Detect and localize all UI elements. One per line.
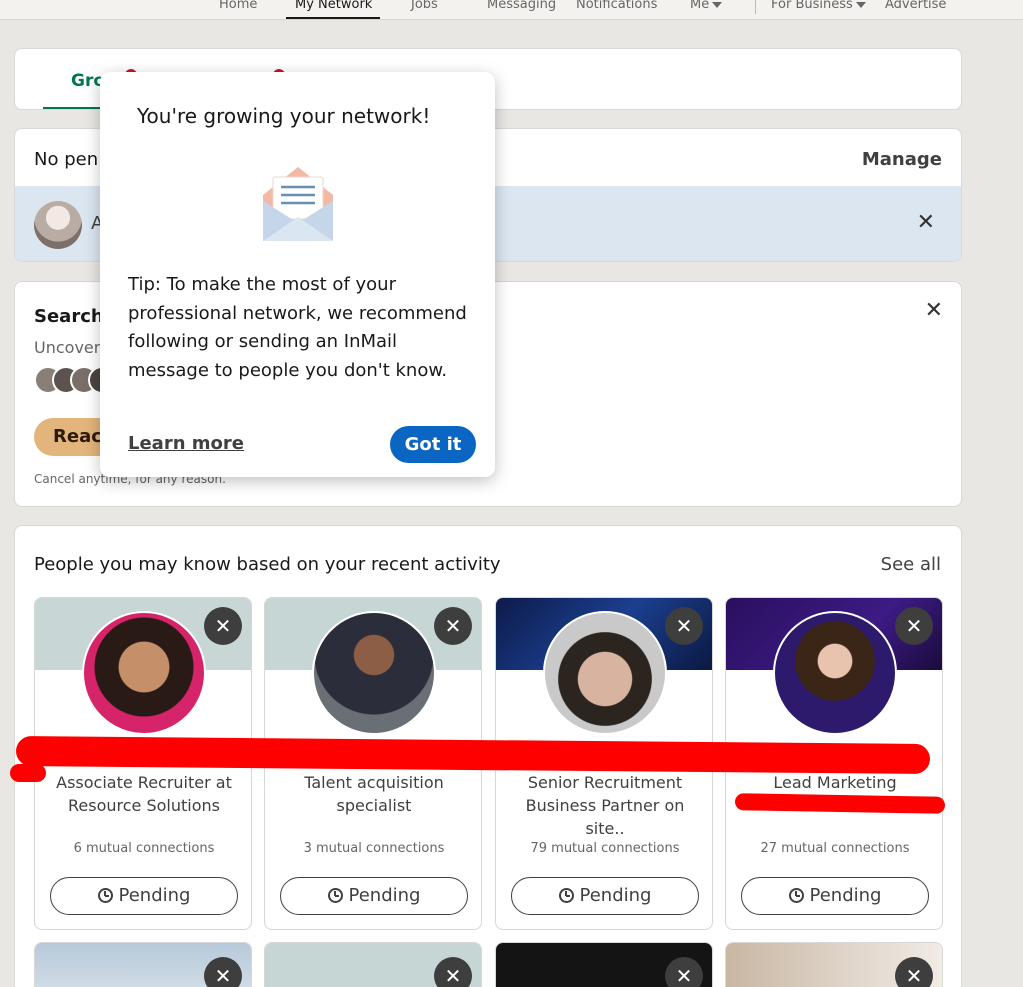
close-icon[interactable]: ✕ [434,957,472,987]
close-icon[interactable]: ✕ [434,607,472,645]
chevron-down-icon [855,1,866,8]
close-icon[interactable]: ✕ [895,607,933,645]
pending-label: Pending [118,885,191,906]
avatar [773,611,897,735]
mutual-connections[interactable]: 3 mutual connections [265,841,481,856]
person-headline: Senior Recruitment Business Partner on s… [525,773,685,838]
person-card[interactable]: ✕ [725,942,943,987]
person-headline: Talent acquisition specialist [304,773,444,815]
avatar [82,611,206,735]
see-all-link[interactable]: See all [881,554,941,575]
nav-advertise[interactable]: Advertise [885,0,946,12]
mutual-connections[interactable]: 27 mutual connections [726,841,942,856]
mutual-connections[interactable]: 6 mutual connections [35,841,251,856]
nav-jobs[interactable]: Jobs [411,0,438,12]
red-annotation-underline [734,793,946,814]
nav-active-indicator [286,17,380,19]
pending-label: Pending [579,885,652,906]
chevron-down-icon [712,1,723,8]
close-icon[interactable]: ✕ [204,607,242,645]
nav-me[interactable]: Me [690,0,723,12]
learn-more-link[interactable]: Learn more [128,433,244,454]
clock-icon [788,888,804,903]
person-headline: Associate Recruiter at Resource Solution… [56,773,232,815]
nav-for-business[interactable]: For Business [771,0,866,12]
nav-notifications[interactable]: Notifications [576,0,657,12]
pending-button[interactable]: Pending [280,877,468,915]
pending-label: Pending [348,885,421,906]
manage-button[interactable]: Manage [862,149,942,170]
close-icon[interactable]: ✕ [895,957,933,987]
person-card[interactable]: ✕ [264,942,482,987]
nav-me-label: Me [690,0,710,12]
premium-title: Searchi [34,306,110,327]
invitations-title: No pen [34,149,99,170]
avatar [312,611,436,735]
top-navigation: Home My Network Jobs Messaging Notificat… [0,0,1023,20]
modal-title: You're growing your network! [137,104,431,128]
envelope-icon [263,167,333,241]
person-card[interactable]: ✕ [34,942,252,987]
avatar [543,611,667,735]
close-icon[interactable]: ✕ [665,957,703,987]
nav-for-business-label: For Business [771,0,853,12]
modal-body-text: Tip: To make the most of your profession… [128,274,467,381]
got-it-button[interactable]: Got it [390,426,476,463]
growing-network-modal: You're growing your network! Tip: To mak… [100,72,495,477]
premium-subtitle: Uncover [34,338,101,357]
nav-my-network[interactable]: My Network [295,0,372,12]
avatar[interactable] [34,201,82,249]
clock-icon [97,888,113,903]
close-icon[interactable]: ✕ [204,957,242,987]
clock-icon [558,888,574,903]
pending-button[interactable]: Pending [50,877,238,915]
red-annotation-scribble [10,764,46,782]
nav-messaging[interactable]: Messaging [487,0,556,12]
close-icon[interactable]: ✕ [917,210,935,235]
clock-icon [327,888,343,903]
pending-button[interactable]: Pending [511,877,699,915]
person-card[interactable]: ✕ [495,942,713,987]
mutual-connections[interactable]: 79 mutual connections [496,841,712,856]
pending-button[interactable]: Pending [741,877,929,915]
close-icon[interactable]: ✕ [925,298,943,323]
nav-home[interactable]: Home [219,0,257,12]
close-icon[interactable]: ✕ [665,607,703,645]
nav-divider [755,0,756,14]
pending-label: Pending [809,885,882,906]
pymk-title: People you may know based on your recent… [34,554,501,575]
